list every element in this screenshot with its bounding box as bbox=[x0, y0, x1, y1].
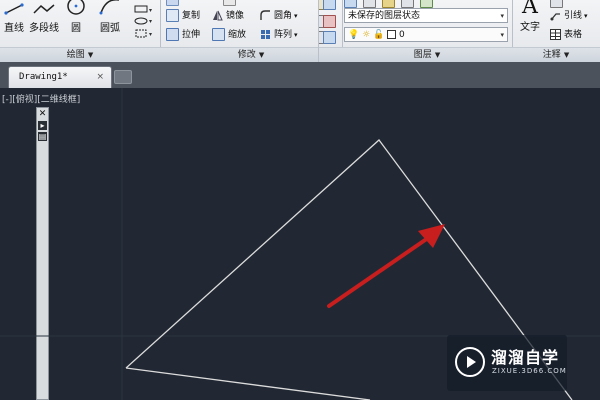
modify-tool-top[interactable] bbox=[166, 0, 239, 8]
array-dropdown-icon: ▾ bbox=[294, 31, 298, 39]
svg-text:▾: ▾ bbox=[149, 18, 152, 25]
annotation-arrow-shaft bbox=[327, 236, 430, 308]
scale-tool[interactable]: 缩放 bbox=[212, 27, 246, 43]
layer-isolate-icon bbox=[362, 0, 376, 8]
arc-button[interactable]: 圆弧 bbox=[96, 0, 124, 34]
ribbon: 直线 多段线 圆 圆弧 ▾ ▾ ▾ 绘图 ▼ 复制 镜像 圆角 ▾ 拉伸 缩放 … bbox=[0, 0, 600, 63]
layers-panel: 未保存的图层状态 ▾ 💡 ☼ 🔓 0 ▾ 图层 ▼ bbox=[342, 0, 513, 62]
layer-side-tools bbox=[318, 0, 343, 62]
layer-tool-icon bbox=[323, 0, 336, 10]
annotation-panel: A 文字 引线 ▾ 表格 注释 ▼ bbox=[512, 0, 600, 62]
polyline-icon bbox=[33, 4, 55, 14]
layer-match-icon bbox=[381, 0, 395, 8]
watermark-url: ZIXUE.3D66.COM bbox=[492, 367, 567, 375]
circle-label: 圆 bbox=[71, 23, 81, 34]
current-layer-value: 0 bbox=[399, 30, 405, 40]
sun-icon: ☼ bbox=[362, 30, 371, 40]
expand-arrow-icon: ▼ bbox=[563, 51, 570, 59]
draw-panel-title[interactable]: 绘图 ▼ bbox=[0, 47, 160, 62]
line-button[interactable]: 直线 bbox=[2, 2, 26, 34]
stretch-tool[interactable]: 拉伸 bbox=[166, 27, 200, 43]
svg-text:▾: ▾ bbox=[149, 7, 152, 14]
layer-freeze-icon bbox=[323, 31, 336, 44]
modify-panel-title[interactable]: 修改 ▼ bbox=[160, 47, 342, 62]
layer-state-dropdown[interactable]: 未保存的图层状态 ▾ bbox=[344, 8, 508, 23]
scale-label: 缩放 bbox=[228, 30, 247, 40]
bulb-icon: 💡 bbox=[348, 30, 360, 40]
leader-dropdown-icon: ▾ bbox=[584, 12, 588, 20]
layer-side-tool-1[interactable] bbox=[323, 0, 339, 12]
arc-icon bbox=[99, 0, 119, 15]
circle-button[interactable]: 圆 bbox=[64, 0, 88, 34]
annotation-panel-title[interactable]: 注释 ▼ bbox=[512, 47, 600, 62]
polyline-label: 多段线 bbox=[29, 23, 59, 34]
new-tab-button[interactable] bbox=[114, 70, 132, 84]
dimension-icon bbox=[550, 0, 563, 8]
layer-side-tool-2[interactable] bbox=[323, 14, 339, 30]
copy-icon bbox=[166, 9, 179, 22]
color-swatch-icon bbox=[387, 30, 397, 39]
tab-title: Drawing1* bbox=[19, 72, 68, 82]
svg-text:▾: ▾ bbox=[149, 31, 152, 38]
copy-tool[interactable]: 复制 bbox=[166, 8, 200, 24]
mirror-label: 镜像 bbox=[226, 11, 245, 21]
layer-state-value: 未保存的图层状态 bbox=[348, 11, 421, 21]
stretch-icon bbox=[166, 28, 179, 41]
scale-icon bbox=[212, 28, 225, 41]
triangle-base-line[interactable] bbox=[125, 367, 371, 400]
arc-label: 圆弧 bbox=[100, 23, 120, 34]
watermark: 溜溜自学 ZIXUE.3D66.COM bbox=[447, 335, 567, 391]
line-icon bbox=[4, 3, 24, 15]
extra-draw-tools[interactable]: ▾ ▾ ▾ bbox=[130, 4, 156, 43]
layer-previous-icon bbox=[400, 0, 414, 8]
layer-off-icon bbox=[323, 15, 336, 28]
move-icon bbox=[166, 0, 179, 6]
line-label: 直线 bbox=[4, 23, 24, 34]
fillet-label: 圆角 bbox=[274, 11, 293, 21]
polyline-button[interactable]: 多段线 bbox=[28, 2, 60, 34]
mirror-icon bbox=[213, 10, 223, 21]
circle-icon bbox=[67, 0, 85, 15]
layer-walk-icon bbox=[419, 0, 433, 8]
lock-icon: 🔓 bbox=[373, 30, 385, 40]
text-label: 文字 bbox=[520, 22, 540, 33]
table-icon bbox=[550, 29, 561, 40]
modify-panel: 复制 镜像 圆角 ▾ 拉伸 缩放 阵列 ▾ 修改 ▼ bbox=[160, 0, 343, 62]
rotate-icon bbox=[222, 0, 236, 6]
draw-panel: 直线 多段线 圆 圆弧 ▾ ▾ ▾ 绘图 ▼ bbox=[0, 0, 161, 62]
current-layer-dropdown[interactable]: 💡 ☼ 🔓 0 ▾ bbox=[344, 27, 508, 42]
layer-side-tool-3[interactable] bbox=[323, 30, 339, 46]
watermark-brand: 溜溜自学 bbox=[491, 348, 560, 367]
array-tool[interactable]: 阵列 ▾ bbox=[260, 27, 298, 43]
fillet-dropdown-icon: ▾ bbox=[294, 12, 298, 20]
tab-drawing1[interactable]: Drawing1* × bbox=[8, 66, 112, 88]
dropdown-arrow-icon: ▾ bbox=[500, 12, 504, 20]
table-label: 表格 bbox=[564, 30, 583, 40]
layer-properties-icon bbox=[344, 0, 357, 8]
array-icon bbox=[261, 30, 270, 39]
leader-label: 引线 bbox=[564, 11, 583, 21]
draw-tools-icon: ▾ ▾ ▾ bbox=[134, 5, 152, 38]
fillet-icon bbox=[260, 10, 270, 20]
tab-close-icon[interactable]: × bbox=[96, 67, 104, 87]
expand-arrow-icon: ▼ bbox=[258, 51, 265, 59]
leader-tool[interactable]: 引线 ▾ bbox=[550, 8, 588, 24]
layers-panel-title[interactable]: 图层 ▼ bbox=[342, 47, 512, 62]
text-icon: A bbox=[522, 0, 538, 19]
dropdown-arrow-icon: ▾ bbox=[500, 31, 504, 39]
leader-icon bbox=[550, 13, 560, 21]
fillet-tool[interactable]: 圆角 ▾ bbox=[260, 8, 298, 24]
table-tool[interactable]: 表格 bbox=[550, 27, 582, 43]
document-tab-bar: Drawing1* × bbox=[0, 62, 600, 89]
play-logo-icon bbox=[455, 347, 485, 377]
array-label: 阵列 bbox=[274, 30, 293, 40]
text-button[interactable]: A 文字 bbox=[516, 0, 544, 33]
stretch-label: 拉伸 bbox=[182, 30, 201, 40]
mirror-tool[interactable]: 镜像 bbox=[212, 8, 244, 24]
copy-label: 复制 bbox=[182, 11, 201, 21]
expand-arrow-icon: ▼ bbox=[87, 51, 94, 59]
expand-arrow-icon: ▼ bbox=[434, 51, 441, 59]
